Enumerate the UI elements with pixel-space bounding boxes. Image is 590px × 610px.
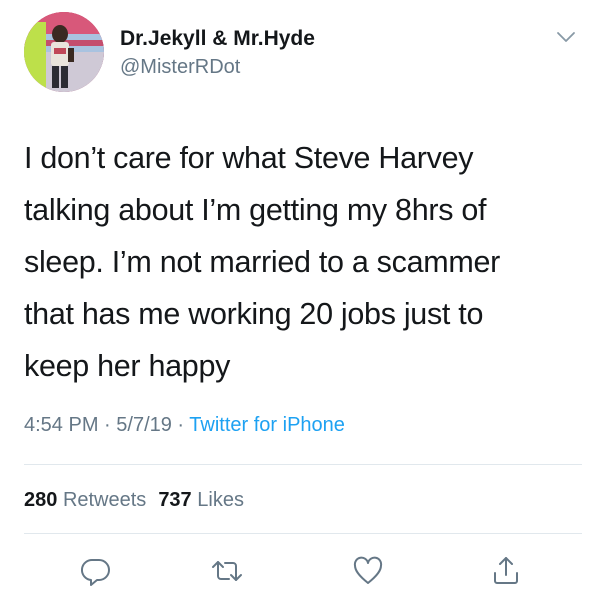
retweets-stat[interactable]: 280 Retweets xyxy=(24,489,146,511)
retweets-label: Retweets xyxy=(62,489,147,511)
tweet-meta: 4:54 PM · 5/7/19 · Twitter for iPhone xyxy=(24,411,345,439)
tweet-date[interactable]: 5/7/19 xyxy=(116,414,172,436)
tweet-line: talking about I’m getting my 8hrs of xyxy=(24,193,487,227)
tweet-text: I don’t care for what Steve Harvey talki… xyxy=(24,132,569,392)
retweet-icon xyxy=(212,561,242,581)
display-name[interactable]: Dr.Jekyll & Mr.Hyde xyxy=(120,26,315,52)
reply-icon xyxy=(81,558,110,586)
tweet-line: sleep. I’m not married to a scammer xyxy=(24,245,500,279)
user-handle[interactable]: @MisterRDot xyxy=(120,54,315,80)
avatar-photo xyxy=(24,12,104,92)
meta-separator: · xyxy=(98,414,117,436)
retweets-count: 280 xyxy=(24,489,58,511)
divider xyxy=(24,533,582,534)
tweet-source-link[interactable]: Twitter for iPhone xyxy=(189,414,345,436)
heart-icon xyxy=(353,556,383,584)
chevron-down-icon[interactable] xyxy=(556,30,576,44)
tweet-card: Dr.Jekyll & Mr.Hyde @MisterRDot I don’t … xyxy=(0,0,590,610)
meta-separator: · xyxy=(171,414,190,436)
like-button[interactable] xyxy=(352,555,384,587)
tweet-stats: 280 Retweets 737 Likes xyxy=(24,486,244,514)
tweet-line: I don’t care for what Steve Harvey xyxy=(24,141,474,175)
user-info[interactable]: Dr.Jekyll & Mr.Hyde @MisterRDot xyxy=(120,26,315,80)
retweet-button[interactable] xyxy=(211,555,243,587)
avatar[interactable] xyxy=(24,12,104,92)
reply-button[interactable] xyxy=(80,555,112,587)
tweet-line: that has me working 20 jobs just to xyxy=(24,297,484,331)
divider xyxy=(24,464,582,465)
tweet-time[interactable]: 4:54 PM xyxy=(24,414,98,436)
share-button[interactable] xyxy=(490,555,522,587)
likes-count: 737 xyxy=(158,489,192,511)
likes-label: Likes xyxy=(197,489,244,511)
likes-stat[interactable]: 737 Likes xyxy=(158,489,244,511)
tweet-line: keep her happy xyxy=(24,349,231,383)
share-icon xyxy=(494,557,518,584)
